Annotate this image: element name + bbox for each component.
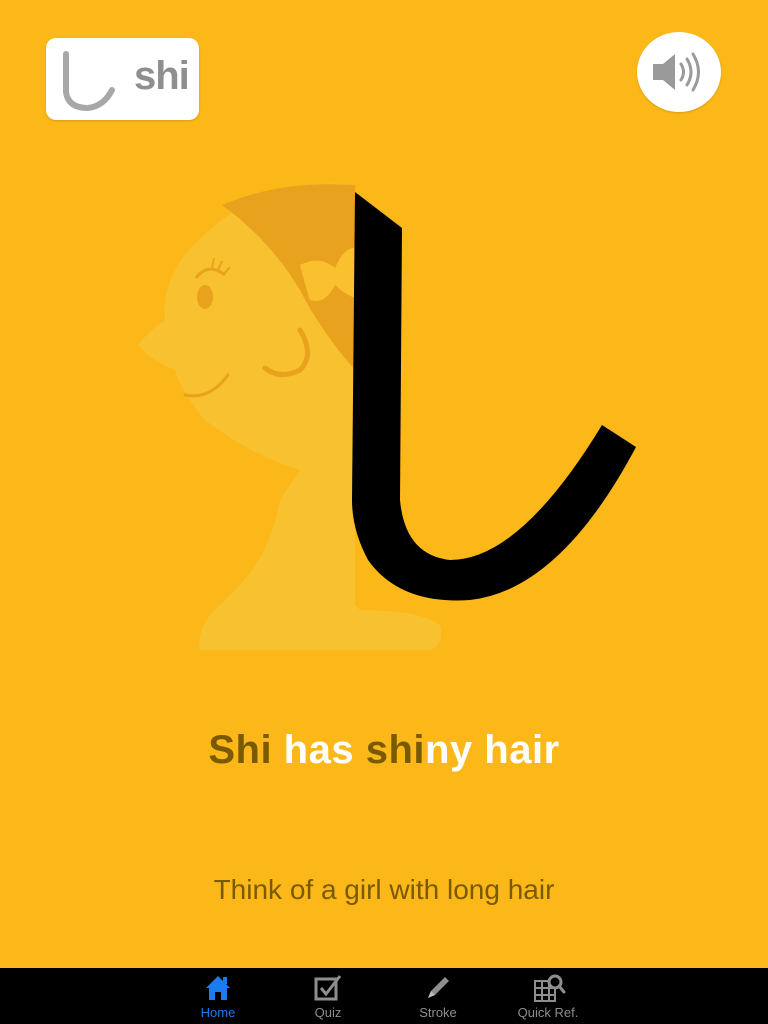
- mnemonic-highlight: shi: [365, 728, 426, 772]
- mnemonic-text: ny hair: [425, 728, 560, 772]
- tab-quiz[interactable]: Quiz: [273, 968, 383, 1024]
- mnemonic-text: has: [272, 728, 366, 772]
- tab-home[interactable]: Home: [163, 968, 273, 1024]
- checkbox-icon: [314, 975, 342, 1001]
- girl-illustration: [138, 183, 636, 650]
- home-icon: [206, 976, 230, 1000]
- tab-stroke[interactable]: Stroke: [383, 968, 493, 1024]
- tab-label: Quick Ref.: [517, 1005, 579, 1020]
- mnemonic-sentence: Shi has shiny hair: [0, 728, 768, 773]
- tab-label: Quiz: [314, 1005, 342, 1020]
- pencil-icon: [428, 977, 449, 998]
- hint-text: Think of a girl with long hair: [213, 874, 555, 905]
- tab-label: Home: [200, 1005, 236, 1020]
- tab-quick-ref[interactable]: Quick Ref.: [493, 968, 603, 1024]
- tab-bar: Home Quiz Stroke Quick Ref.: [0, 968, 768, 1024]
- mnemonic-highlight: Shi: [208, 728, 273, 772]
- grid-search-icon: [534, 974, 566, 1002]
- tab-label: Stroke: [419, 1005, 457, 1020]
